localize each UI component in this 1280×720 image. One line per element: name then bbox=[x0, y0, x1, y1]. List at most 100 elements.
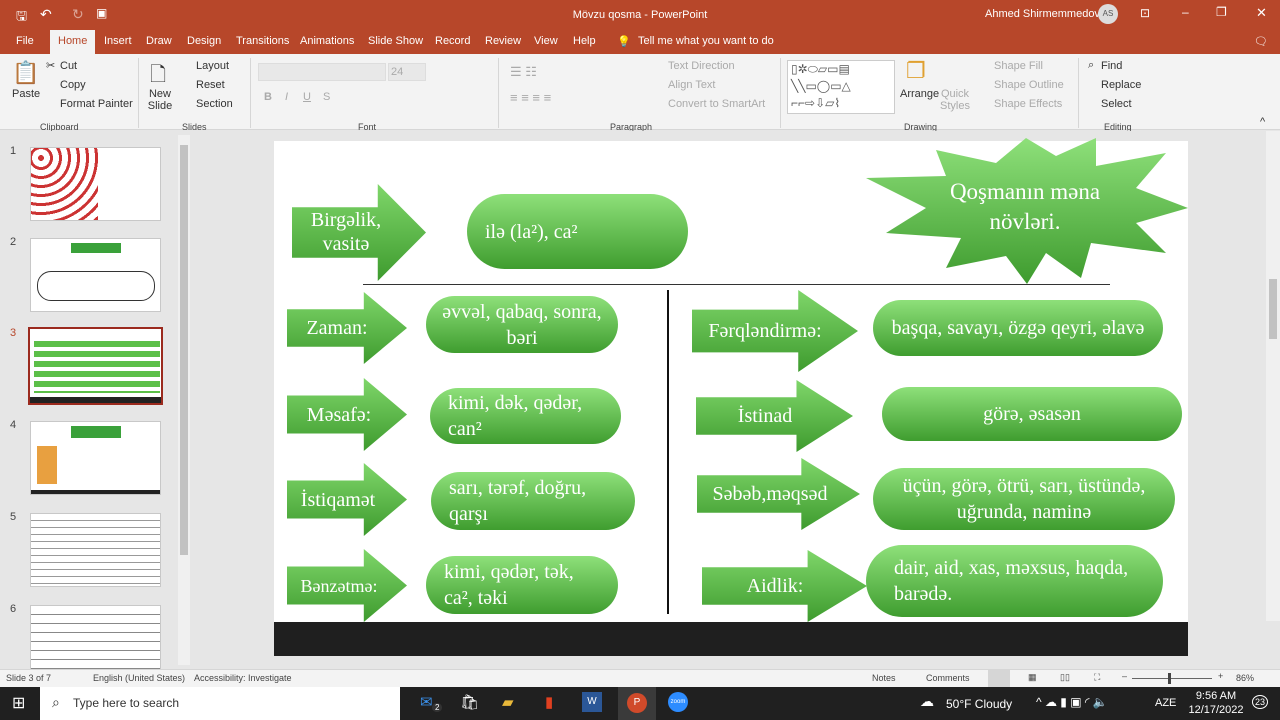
pill-zaman[interactable]: əvvəl, qabaq, sonra, bəri bbox=[426, 296, 618, 353]
shadow-button[interactable]: S bbox=[323, 91, 330, 103]
bold-button[interactable]: B bbox=[264, 91, 272, 103]
italic-button[interactable]: I bbox=[285, 91, 288, 103]
tray-icons[interactable]: ^ ☁ ▮ ▣ ◜ 🔈 bbox=[1036, 695, 1108, 709]
cut-button[interactable]: Cut bbox=[60, 60, 77, 72]
notifications-badge[interactable]: 23 bbox=[1252, 695, 1269, 709]
convert-smartart-button[interactable]: Convert to SmartArt bbox=[668, 98, 765, 110]
arrow-label-aidlik: Aidlik: bbox=[746, 575, 804, 597]
notes-button[interactable]: Notes bbox=[872, 673, 896, 683]
zoom-in-icon[interactable]: + bbox=[1218, 671, 1223, 681]
tab-file[interactable]: File bbox=[16, 35, 34, 47]
thumbnails-scrollbar[interactable] bbox=[178, 135, 190, 665]
tab-transitions[interactable]: Transitions bbox=[236, 35, 289, 47]
align-text-button[interactable]: Align Text bbox=[668, 79, 716, 91]
tab-design[interactable]: Design bbox=[187, 35, 221, 47]
find-button[interactable]: Find bbox=[1101, 60, 1122, 72]
reading-view-icon[interactable]: ▯▯ bbox=[1060, 672, 1070, 683]
tab-insert[interactable]: Insert bbox=[104, 35, 132, 47]
font-name-select[interactable] bbox=[258, 63, 386, 81]
ribbon-display-icon[interactable]: ⊡ bbox=[1140, 6, 1150, 20]
pill-istiqamet[interactable]: sarı, tərəf, doğru, qarşı bbox=[431, 472, 635, 530]
paste-button[interactable]: Paste bbox=[12, 88, 40, 100]
normal-view-button[interactable] bbox=[988, 670, 1010, 687]
tab-animations[interactable]: Animations bbox=[300, 35, 354, 47]
pill-mesafe[interactable]: kimi, dək, qədər, can² bbox=[430, 388, 621, 444]
font-size-select[interactable]: 24 bbox=[388, 63, 426, 81]
close-icon[interactable]: ✕ bbox=[1256, 5, 1267, 21]
tab-view[interactable]: View bbox=[534, 35, 558, 47]
slide-thumbnail-1[interactable] bbox=[30, 147, 161, 221]
replace-button[interactable]: Replace bbox=[1101, 79, 1141, 91]
shapes-gallery[interactable]: ▯✲⬭▱▭▤ ╲╲▭◯▭△ ⌐⌐⇨⇩▱⌇ bbox=[787, 60, 895, 114]
pill-sebeb-meqsed[interactable]: üçün, görə, ötrü, sarı, üstündə, uğrunda… bbox=[873, 468, 1175, 530]
new-slide-button[interactable]: New Slide bbox=[145, 88, 175, 112]
tab-review[interactable]: Review bbox=[485, 35, 521, 47]
accessibility-status[interactable]: Accessibility: Investigate bbox=[194, 673, 292, 683]
zoom-out-icon[interactable]: – bbox=[1122, 671, 1127, 681]
comments-button[interactable]: Comments bbox=[926, 673, 970, 683]
avatar[interactable]: AS bbox=[1098, 4, 1118, 24]
shape-effects-button[interactable]: Shape Effects bbox=[994, 98, 1062, 110]
clock-date[interactable]: 12/17/2022 bbox=[1184, 704, 1248, 716]
pill-birgelik[interactable]: ilə (la²), ca² bbox=[467, 194, 688, 269]
section-button[interactable]: Section bbox=[196, 98, 233, 110]
pill-istinad[interactable]: görə, əsasən bbox=[882, 387, 1182, 441]
align-icons[interactable]: ≡ ≡ ≡ ≡ bbox=[510, 90, 551, 105]
zoom-app-icon[interactable]: zoom bbox=[668, 692, 688, 712]
underline-button[interactable]: U bbox=[303, 91, 311, 103]
windows-start-icon[interactable]: ⊞ bbox=[12, 693, 25, 713]
slide-thumbnail-4[interactable] bbox=[30, 421, 161, 495]
word-icon[interactable]: W bbox=[582, 692, 602, 712]
reset-button[interactable]: Reset bbox=[196, 79, 225, 91]
zoom-level[interactable]: 86% bbox=[1236, 673, 1254, 683]
thumb-number: 4 bbox=[10, 419, 17, 431]
slide-thumbnail-5[interactable] bbox=[30, 513, 161, 587]
slide-thumbnail-3[interactable] bbox=[28, 327, 163, 405]
arrange-icon[interactable]: ❐ bbox=[906, 58, 926, 84]
select-button[interactable]: Select bbox=[1101, 98, 1132, 110]
powerpoint-taskbar-button[interactable]: P bbox=[618, 687, 656, 720]
quick-styles-button[interactable]: Quick Styles bbox=[938, 88, 972, 112]
search-icon: ⌕ bbox=[52, 694, 60, 710]
input-language[interactable]: AZE bbox=[1155, 697, 1176, 709]
pill-aidlik[interactable]: dair, aid, xas, məxsus, haqda, barədə. bbox=[866, 545, 1163, 617]
minimize-icon[interactable]: – bbox=[1182, 5, 1189, 19]
store-icon[interactable]: 🛍 bbox=[460, 693, 479, 711]
office-icon[interactable]: ▮ bbox=[545, 693, 553, 711]
weather-text[interactable]: 50°F Cloudy bbox=[946, 697, 1012, 711]
pill-benzetme[interactable]: kimi, qədər, tək, ca², təki bbox=[426, 556, 618, 614]
layout-button[interactable]: Layout bbox=[196, 60, 229, 72]
tab-help[interactable]: Help bbox=[573, 35, 596, 47]
slide-sorter-icon[interactable]: ▦ bbox=[1028, 672, 1037, 683]
tab-draw[interactable]: Draw bbox=[146, 35, 172, 47]
shape-outline-button[interactable]: Shape Outline bbox=[994, 79, 1064, 91]
slideshow-icon[interactable]: ⛶ bbox=[1094, 672, 1100, 683]
cortana-icon[interactable]: ○ bbox=[340, 694, 348, 710]
slide-thumbnail-6[interactable] bbox=[30, 605, 161, 679]
mail-icon[interactable]: ✉ bbox=[420, 693, 433, 711]
tell-me-search[interactable]: Tell me what you want to do bbox=[638, 35, 774, 47]
arrange-button[interactable]: Arrange bbox=[900, 88, 939, 100]
task-view-icon[interactable]: ⧉ bbox=[380, 694, 389, 710]
paste-icon[interactable]: 📋 bbox=[12, 60, 39, 86]
file-explorer-icon[interactable]: ▰ bbox=[502, 693, 514, 711]
comments-icon[interactable]: 🗨 bbox=[1254, 35, 1268, 48]
zoom-slider[interactable] bbox=[1132, 673, 1212, 684]
editor-scrollbar[interactable] bbox=[1266, 131, 1280, 621]
format-painter-button[interactable]: Format Painter bbox=[60, 98, 133, 110]
bullets-icon[interactable]: ☰ ☷ bbox=[510, 64, 537, 80]
slide-thumbnail-2[interactable] bbox=[30, 238, 161, 312]
user-name: Ahmed Shirmemmedov bbox=[985, 8, 1100, 20]
tab-home[interactable]: Home bbox=[50, 30, 96, 54]
restore-icon[interactable]: ❐ bbox=[1216, 5, 1227, 19]
clock-time[interactable]: 9:56 AM bbox=[1188, 690, 1244, 702]
tab-slide-show[interactable]: Slide Show bbox=[368, 35, 423, 47]
copy-button[interactable]: Copy bbox=[60, 79, 86, 91]
shape-fill-button[interactable]: Shape Fill bbox=[994, 60, 1043, 72]
text-direction-button[interactable]: Text Direction bbox=[668, 60, 735, 72]
tab-record[interactable]: Record bbox=[435, 35, 470, 47]
cut-icon[interactable]: ✂ bbox=[46, 59, 55, 72]
language-status[interactable]: English (United States) bbox=[93, 673, 185, 683]
pill-ferqlendirme[interactable]: başqa, savayı, özgə qeyri, əlavə bbox=[873, 300, 1163, 356]
collapse-ribbon-icon[interactable]: ^ bbox=[1260, 116, 1265, 128]
